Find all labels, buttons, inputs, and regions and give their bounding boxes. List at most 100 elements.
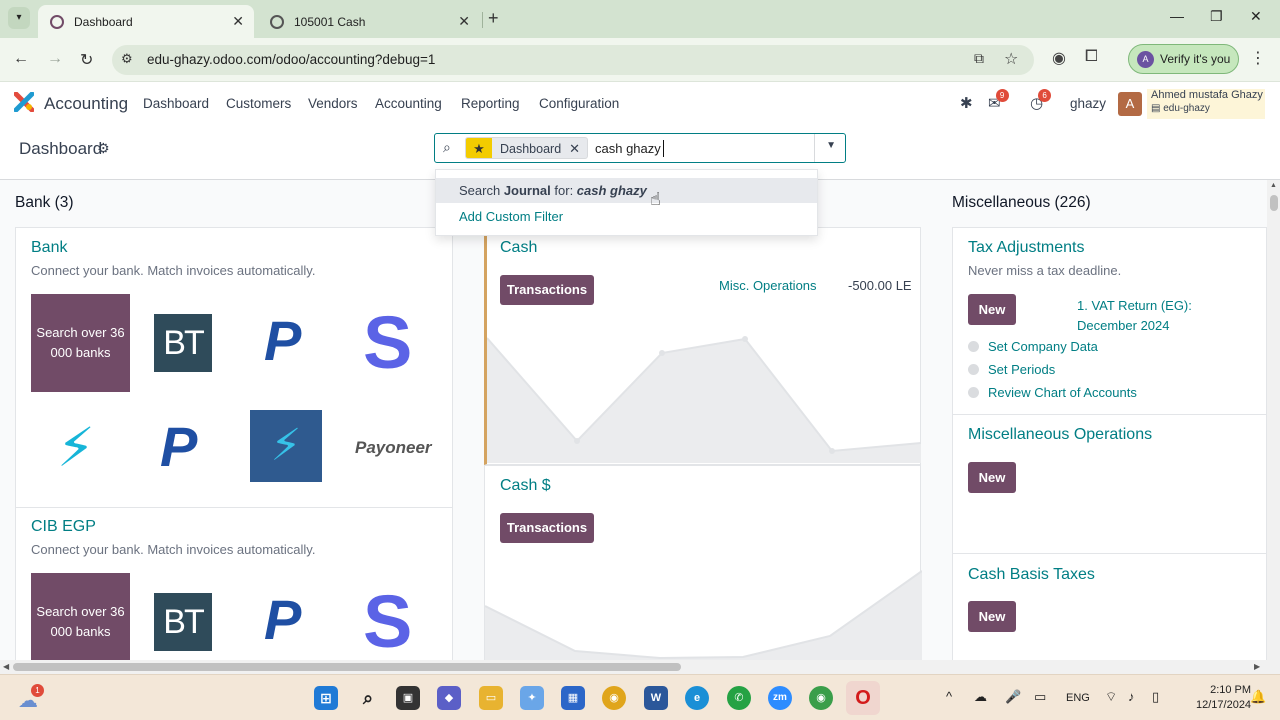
bank-logo-bt[interactable]: BT (138, 573, 235, 660)
zoom-icon[interactable]: zm (768, 686, 792, 710)
browser-tab-cash[interactable]: 105001 Cash ✕ (258, 5, 480, 38)
menu-reporting[interactable]: Reporting (461, 96, 520, 111)
bank-logo-payoneer[interactable]: Payoneer (341, 400, 438, 497)
verify-profile-button[interactable]: A Verify it's you (1128, 44, 1239, 74)
restore-icon[interactable]: ❐ (1210, 8, 1223, 25)
step-set-company-data[interactable]: Set Company Data (988, 339, 1098, 354)
journal-name[interactable]: Cash $ (500, 477, 551, 495)
menu-customers[interactable]: Customers (226, 96, 291, 111)
bank-logo-paypal[interactable]: P (244, 294, 341, 391)
search-bar[interactable]: ⌕ ★ Dashboard ✕ cash ghazy ▼ (434, 133, 846, 163)
scroll-up-icon[interactable]: ▲ (1270, 182, 1277, 189)
transactions-button[interactable]: Transactions (500, 513, 594, 543)
whatsapp-icon[interactable]: ✆ (727, 686, 751, 710)
user-avatar[interactable]: A (1118, 92, 1142, 116)
misc-operations-link[interactable]: Misc. Operations (719, 278, 817, 293)
weather-cloud-icon[interactable]: ☁ 1 (18, 684, 44, 713)
chrome-profile-icon[interactable]: ◉ (809, 686, 833, 710)
file-explorer-icon[interactable]: ▭ (479, 686, 503, 710)
journal-name[interactable]: Cash Basis Taxes (968, 566, 1095, 584)
opera-icon[interactable]: O (846, 681, 880, 715)
search-icon[interactable]: ⌕ (443, 139, 451, 156)
user-info[interactable]: Ahmed mustafa Ghazy ▤ edu-ghazy (1147, 89, 1265, 119)
extensions-puzzle-icon[interactable]: ⧠ (1085, 48, 1098, 66)
install-app-icon[interactable]: ⧉ (974, 50, 984, 67)
minimize-icon[interactable]: — (1170, 8, 1184, 24)
settings-gear-icon[interactable]: ⚙ (97, 140, 110, 157)
address-bar[interactable]: ⚙ edu-ghazy.odoo.com/odoo/accounting?deb… (112, 45, 1034, 75)
transactions-button[interactable]: Transactions (500, 275, 594, 305)
site-info-icon[interactable]: ⚙ (121, 51, 133, 67)
tray-overflow-icon[interactable]: ^ (946, 689, 952, 704)
bank-logo-wise-2[interactable]: ⚡ (244, 400, 341, 497)
menu-vendors[interactable]: Vendors (308, 96, 358, 111)
scroll-left-icon[interactable]: ◀ (3, 662, 9, 671)
onedrive-icon[interactable]: ☁ (974, 689, 987, 705)
debug-bug-icon[interactable]: ✱ (960, 94, 973, 112)
word-icon[interactable]: W (644, 686, 668, 710)
window-close-icon[interactable]: ✕ (1250, 8, 1262, 25)
reload-icon[interactable]: ↻ (80, 50, 93, 70)
horizontal-scroll-thumb[interactable] (13, 663, 681, 671)
bank-logo-stripe[interactable]: S (341, 294, 438, 391)
search-options-toggle-icon[interactable]: ▼ (826, 140, 836, 151)
tab-close-icon[interactable]: ✕ (232, 13, 244, 30)
vertical-scrollbar[interactable]: ▲ (1267, 180, 1280, 660)
messages-icon[interactable]: ✉ 9 (988, 89, 1009, 112)
forward-icon[interactable]: → (47, 50, 63, 68)
browser-tab-dashboard[interactable]: Dashboard ✕ (38, 5, 254, 38)
new-button[interactable]: New (968, 294, 1016, 325)
facet-remove-icon[interactable]: ✕ (569, 138, 587, 158)
journal-name[interactable]: CIB EGP (31, 518, 96, 536)
bank-logo-stripe[interactable]: S (341, 573, 438, 660)
teams-icon[interactable]: ◆ (437, 686, 461, 710)
new-button[interactable]: New (968, 601, 1016, 632)
windows-start-icon[interactable]: ⊞ (314, 686, 338, 710)
chrome-icon[interactable]: ◉ (602, 686, 626, 710)
accounting-app-icon[interactable] (14, 92, 34, 112)
journal-name[interactable]: Bank (31, 239, 67, 257)
journal-name[interactable]: Tax Adjustments (968, 239, 1085, 257)
browser-menu-icon[interactable]: ⋮ (1250, 48, 1266, 68)
tab-search-icon[interactable]: ▾ (8, 7, 30, 29)
taskbar-search-icon[interactable]: ⌕ (356, 686, 380, 710)
menu-configuration[interactable]: Configuration (539, 96, 619, 111)
menu-accounting[interactable]: Accounting (375, 96, 442, 111)
search-banks-tile[interactable]: Search over 36 000 banks (31, 294, 130, 392)
journal-name[interactable]: Cash (500, 239, 537, 257)
language-indicator[interactable]: ENG (1066, 692, 1090, 704)
bank-logo-paypal-2[interactable]: P (138, 400, 235, 497)
horizontal-scrollbar[interactable]: ◀ ▶ (0, 660, 1280, 674)
notifications-bell-icon[interactable]: 🔔 (1250, 689, 1266, 705)
wifi-icon[interactable]: ⌔ (1105, 689, 1117, 705)
add-custom-filter-option[interactable]: Add Custom Filter (459, 209, 563, 224)
battery-icon[interactable]: ▯ (1152, 689, 1159, 705)
scroll-right-icon[interactable]: ▶ (1254, 662, 1260, 671)
search-banks-tile[interactable]: Search over 36 000 banks (31, 573, 130, 660)
store-icon[interactable]: ▦ (561, 686, 585, 710)
bookmark-star-icon[interactable]: ☆ (1004, 49, 1018, 69)
vat-return-link[interactable]: 1. VAT Return (EG): December 2024 (1077, 296, 1192, 336)
bank-logo-paypal[interactable]: P (244, 573, 341, 660)
company-switcher[interactable]: ghazy (1070, 96, 1106, 111)
new-tab-button[interactable]: + (488, 8, 499, 29)
bank-logo-wise[interactable]: ⚡ (31, 400, 128, 497)
back-icon[interactable]: ← (13, 50, 29, 68)
task-view-icon[interactable]: ▣ (396, 686, 420, 710)
activities-clock-icon[interactable]: ◷ 6 (1030, 89, 1052, 112)
step-set-periods[interactable]: Set Periods (988, 362, 1055, 377)
app-name[interactable]: Accounting (44, 94, 128, 114)
search-journal-option[interactable]: Search Journal for: cash ghazy (436, 178, 817, 203)
microphone-icon[interactable]: 🎤 (1005, 689, 1021, 705)
edge-icon[interactable]: e (685, 686, 709, 710)
extension-monkey-icon[interactable]: ◉ (1052, 48, 1066, 68)
tab-close-icon[interactable]: ✕ (458, 13, 470, 30)
copilot-icon[interactable]: ✦ (520, 686, 544, 710)
volume-icon[interactable]: ♪ (1128, 689, 1135, 704)
menu-dashboard[interactable]: Dashboard (143, 96, 209, 111)
search-input[interactable]: cash ghazy (595, 141, 661, 156)
bank-logo-bt[interactable]: BT (138, 294, 235, 391)
battery-saver-icon[interactable]: ▭ (1034, 689, 1046, 705)
clock[interactable]: 2:10 PM 12/17/2024 (1196, 683, 1251, 713)
step-review-chart-of-accounts[interactable]: Review Chart of Accounts (988, 385, 1137, 400)
